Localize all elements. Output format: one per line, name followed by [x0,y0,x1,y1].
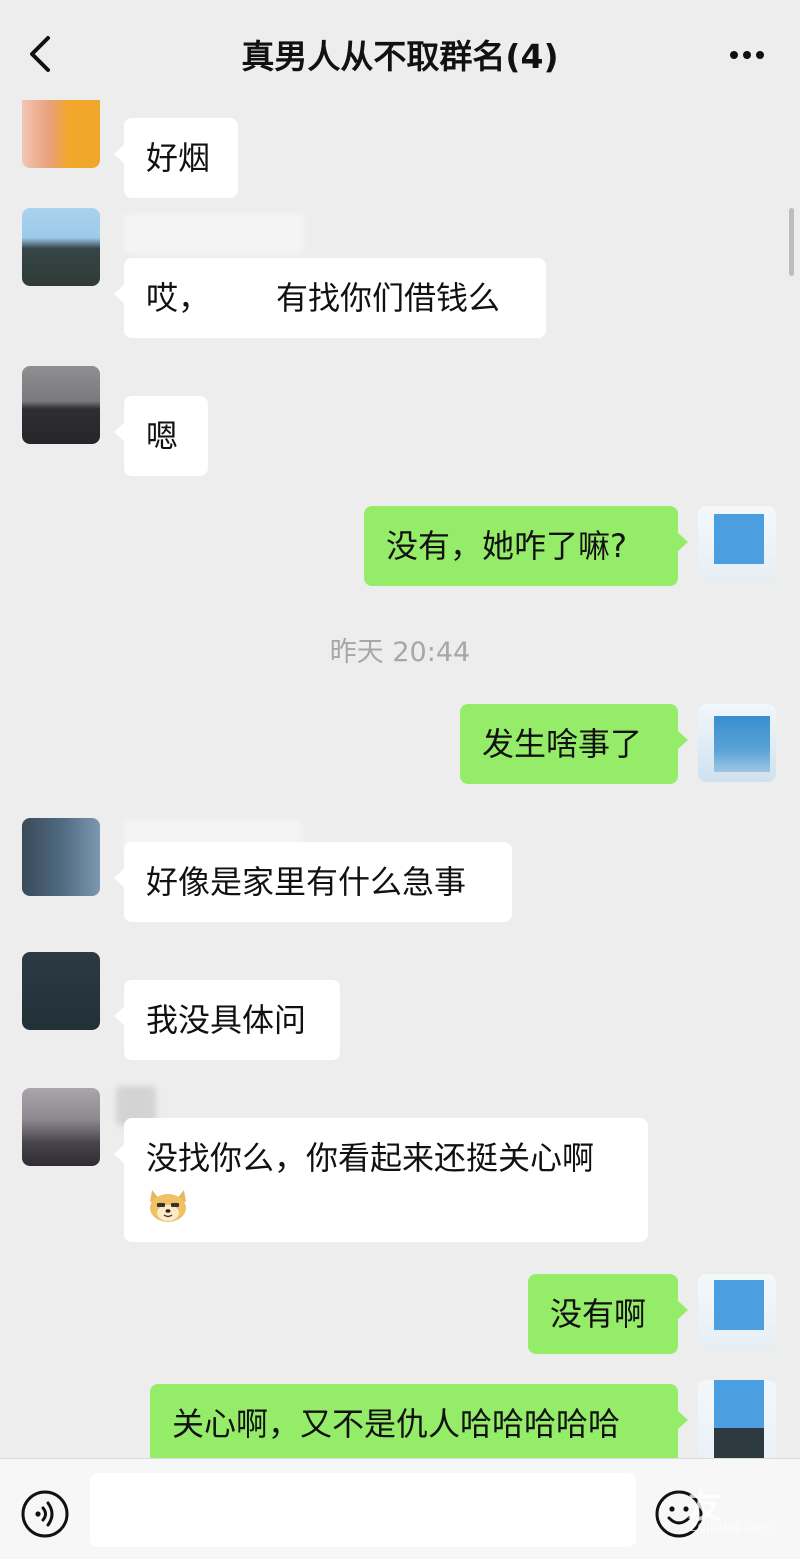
message-text: 没找你么，你看起来还挺关心啊 [146,1139,595,1177]
message-bubble-received[interactable]: 没找你么，你看起来还挺关心啊 [114,1118,648,1242]
message-timestamp: 昨天 20:44 [329,637,471,668]
doge-emoji-icon [150,1190,186,1222]
message-text: 有找你们借钱么 [276,279,501,317]
avatar[interactable] [22,90,100,168]
avatar[interactable] [22,1088,100,1166]
message-text: 发生啥事了 [482,725,643,763]
message-input[interactable] [90,1473,636,1547]
self-avatar[interactable] [698,704,776,782]
message-bubble-received[interactable]: 好像是家里有什么急事 [114,842,512,922]
message-text: 没有，她咋了嘛? [386,527,627,565]
blurred-nickname [124,214,304,254]
message-bubble-sent[interactable]: 没有啊 [528,1274,688,1354]
more-options-icon[interactable] [730,44,770,59]
avatar[interactable] [22,208,100,286]
message-text: 嗯 [146,417,179,455]
avatar[interactable] [22,818,100,896]
message-bubble-sent[interactable]: 没有，她咋了嘛? [364,506,688,586]
self-avatar[interactable] [698,1274,776,1352]
chat-header: 真男人从不取群名(4) [0,0,800,100]
redacted-name [210,308,276,309]
self-avatar[interactable] [698,506,776,584]
chat-title: 真男人从不取群名(4) [241,37,559,76]
message-text: 没有啊 [550,1295,647,1333]
message-bubble-sent[interactable]: 关心啊，又不是仇人哈哈哈哈哈 [150,1384,688,1464]
voice-input-icon[interactable] [20,1489,70,1539]
watermark-text: zqjiang.com [690,1519,775,1535]
message-bubble-sent[interactable]: 发生啥事了 [460,704,688,784]
avatar[interactable] [22,952,100,1030]
message-bubble-received[interactable]: 嗯 [114,396,208,476]
scrollbar[interactable] [789,208,794,276]
chat-input-bar: 友 zqjiang.com [0,1458,800,1559]
message-text: 好像是家里有什么急事 [146,863,467,901]
message-bubble-received[interactable]: 哎， 有找你们借钱么 [114,258,546,338]
message-bubble-received[interactable]: 我没具体问 [114,980,340,1060]
message-text: 好烟 [146,139,211,177]
message-text: 哎， [146,279,211,317]
message-bubble-received[interactable]: 好烟 [114,118,238,198]
avatar[interactable] [22,366,100,444]
self-avatar[interactable] [698,1380,776,1458]
message-text: 我没具体问 [146,1001,307,1039]
message-text: 关心啊，又不是仇人哈哈哈哈哈 [172,1405,621,1443]
